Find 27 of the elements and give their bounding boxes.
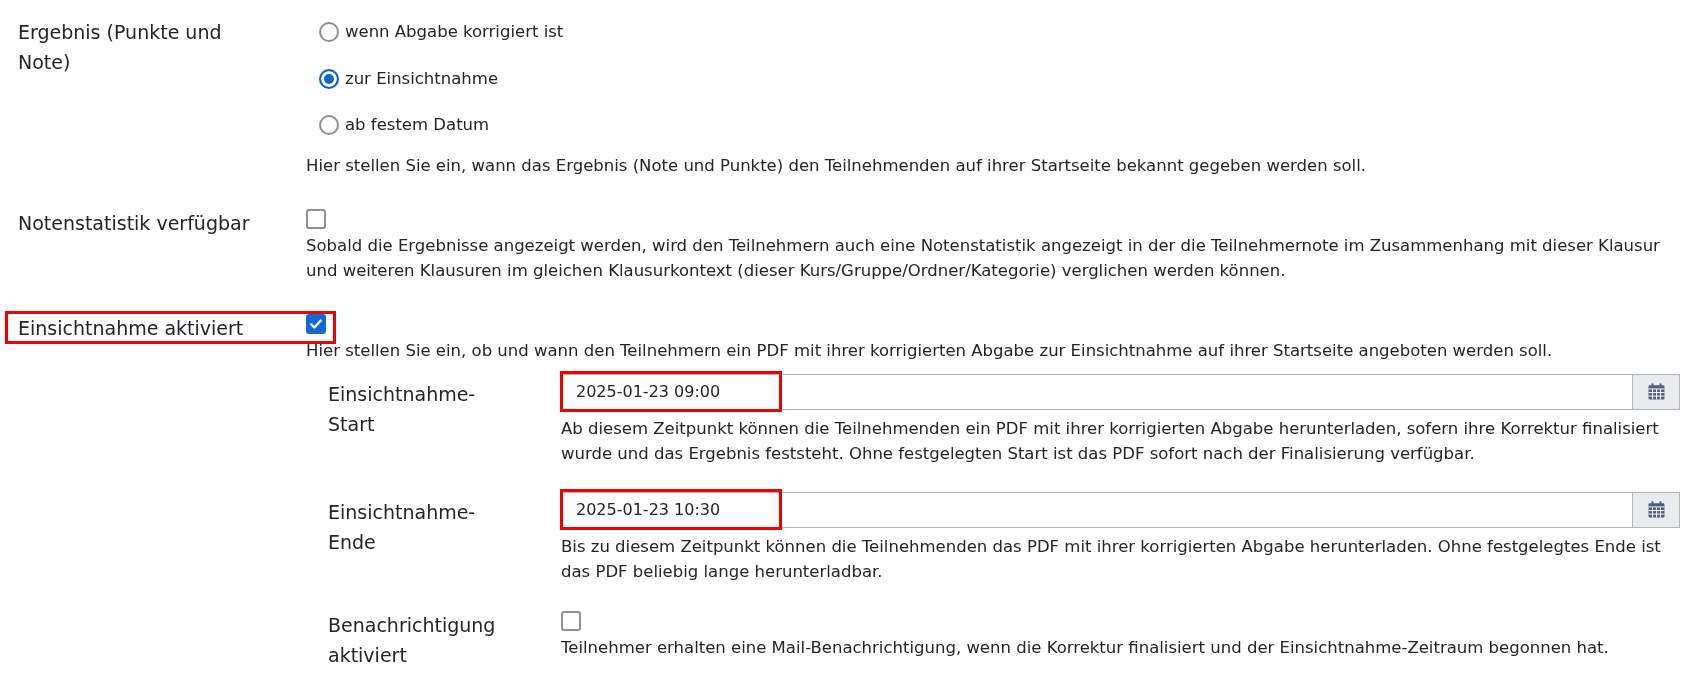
radio-button[interactable]	[319, 115, 339, 135]
help-text: Sobald die Ergebnisse angezeigt werden, wird den Teilnehmern auch eine Notenstatistik angezeigt in der die Teilnehmernote im Zusammenhang mit dieser Klausur und weiteren Klausuren im gleichen Klausurkontext (dieser Kurs/Gruppe/Ordner/Kategorie) verglichen werden können.	[306, 234, 1661, 282]
radio-label[interactable]: wenn Abgabe korrigiert ist	[345, 21, 564, 43]
help-text: Hier stellen Sie ein, wann das Ergebnis (Note und Punkte) den Teilnehmenden auf ihrer Startseite bekannt gegeben werden soll.	[306, 154, 1366, 177]
help-text: Bis zu diesem Zeitpunkt können die Teilnehmenden das PDF mit ihrer korrigierten Abgabe herunterladen. Ohne festgelegtes Ende ist das PDF beliebig lange herunterladbar.	[561, 535, 1662, 583]
checkbox[interactable]	[561, 610, 581, 631]
radio-button[interactable]	[319, 22, 339, 42]
checkbox[interactable]	[306, 208, 326, 229]
checkbox[interactable]	[306, 313, 326, 334]
radio-button[interactable]	[319, 68, 339, 89]
date-field[interactable]: 2025-01-23 10:30	[561, 491, 1632, 528]
radio-label[interactable]: zur Einsichtnahme	[345, 67, 499, 90]
date-field[interactable]: 2025-01-23 09:00	[561, 373, 1632, 410]
calendar-icon	[1647, 501, 1665, 518]
calendar-icon	[1647, 383, 1665, 400]
setting-label: Einsichtnahme aktiviert	[18, 315, 244, 341]
setting-label: Benachrichtigung aktiviert	[328, 612, 497, 668]
setting-label: Ergebnis (Punkte und Note)	[18, 20, 223, 75]
radio-label[interactable]: ab festem Datum	[345, 114, 490, 136]
setting-label: Notenstatistik verfügbar	[18, 210, 250, 236]
help-text: Ab diesem Zeitpunkt können die Teilnehmenden ein PDF mit ihrer korrigierten Abgabe herunterladen, sofern ihre Korrektur finalisiert wurde und das Ergebnis feststeht. Ohne festgelegten Start ist das PDF sofort nach der Finalisierung verfügbar.	[561, 417, 1660, 465]
calendar-button[interactable]	[1632, 491, 1680, 528]
calendar-button[interactable]	[1632, 373, 1680, 410]
setting-label: Einsichtnahme-Ende	[328, 499, 477, 555]
setting-label: Einsichtnahme-Start	[328, 381, 477, 437]
help-text: Teilnehmer erhalten eine Mail-Benachrichtigung, wenn die Korrektur finalisiert und der Einsichtnahme-Zeitraum begonnen hat.	[561, 636, 1609, 659]
help-text: Hier stellen Sie ein, ob und wann den Teilnehmern ein PDF mit ihrer korrigierten Abgabe zur Einsichtnahme auf ihrer Startseite angeboten werden soll.	[306, 339, 1553, 362]
